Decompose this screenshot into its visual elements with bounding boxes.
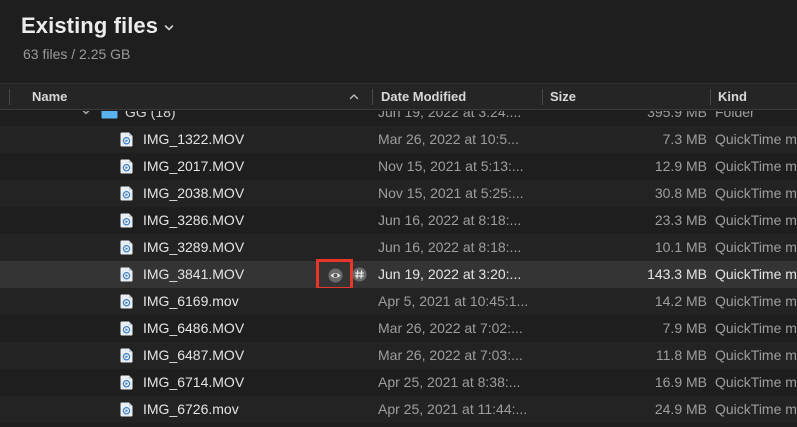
- chevron-down-icon[interactable]: [81, 111, 91, 117]
- file-name: IMG_1322.MOV: [143, 131, 245, 147]
- folder-kind: Folder: [715, 111, 755, 120]
- file-date: Nov 15, 2021 at 5:13:...: [378, 158, 524, 174]
- movie-file-icon: [120, 240, 133, 255]
- file-kind: QuickTime m: [715, 185, 797, 201]
- file-date: Jun 19, 2022 at 3:20:...: [378, 266, 522, 282]
- movie-file-icon: [120, 186, 133, 201]
- table-row[interactable]: IMG_2017.MOV Nov 15, 2021 at 5:13:... 12…: [0, 153, 797, 180]
- file-date: Jun 16, 2022 at 8:18:...: [378, 212, 522, 228]
- movie-file-icon: [120, 267, 133, 282]
- column-name-header[interactable]: Name: [32, 84, 67, 110]
- movie-file-icon: [120, 132, 133, 147]
- file-date: Apr 25, 2021 at 11:44:...: [378, 401, 528, 417]
- file-kind: QuickTime m: [715, 320, 797, 336]
- movie-file-icon: [120, 213, 133, 228]
- file-size: 7.9 MB: [662, 320, 707, 336]
- folder-icon: [101, 111, 118, 119]
- chevron-up-icon[interactable]: [349, 92, 359, 102]
- table-row[interactable]: IMG_3289.MOV Jun 16, 2022 at 8:18:... 10…: [0, 234, 797, 261]
- file-name: IMG_6714.MOV: [143, 374, 245, 390]
- table-row[interactable]: IMG_3286.MOV Jun 16, 2022 at 8:18:... 23…: [0, 207, 797, 234]
- folder-date: Jun 19, 2022 at 3:24:...: [378, 111, 522, 120]
- column-divider[interactable]: [372, 89, 373, 105]
- table-row[interactable]: IMG_6169.mov Apr 5, 2021 at 10:45:1... 1…: [0, 288, 797, 315]
- file-name: IMG_2017.MOV: [143, 158, 245, 174]
- page-title[interactable]: Existing files: [21, 13, 158, 39]
- file-size: 10.1 MB: [654, 239, 707, 255]
- column-header: Name Date Modified Size Kind: [0, 83, 797, 110]
- movie-file-icon: [120, 348, 133, 363]
- file-size: 23.3 MB: [654, 212, 707, 228]
- table-row[interactable]: IMG_6726.mov Apr 25, 2021 at 11:44:... 2…: [0, 396, 797, 423]
- file-date: Apr 5, 2021 at 10:45:1...: [378, 293, 529, 309]
- movie-file-icon: [120, 375, 133, 390]
- file-name: IMG_6169.mov: [143, 293, 239, 309]
- table-row[interactable]: IMG_2038.MOV Nov 15, 2021 at 5:25:... 30…: [0, 180, 797, 207]
- folder-size: 395.9 MB: [647, 111, 707, 120]
- file-kind: QuickTime m: [715, 401, 797, 417]
- column-date-header[interactable]: Date Modified: [381, 84, 466, 110]
- file-name: IMG_6726.mov: [143, 401, 239, 417]
- file-name: IMG_2038.MOV: [143, 185, 245, 201]
- table-row[interactable]: IMG_6487.MOV Mar 26, 2022 at 7:03:... 11…: [0, 342, 797, 369]
- table-row[interactable]: IMG_3841.MOV Jun 19, 2022 at 3:20:... 14…: [0, 259, 797, 290]
- hash-icon[interactable]: [352, 267, 367, 282]
- file-size: 12.9 MB: [654, 158, 707, 174]
- file-name: IMG_3289.MOV: [143, 239, 245, 255]
- file-kind: QuickTime m: [715, 239, 797, 255]
- file-size: 11.8 MB: [655, 347, 707, 363]
- preview-button[interactable]: [316, 259, 353, 290]
- column-divider[interactable]: [542, 89, 543, 105]
- table-row[interactable]: IMG_6486.MOV Mar 26, 2022 at 7:02:... 7.…: [0, 315, 797, 342]
- file-name: IMG_3286.MOV: [143, 212, 245, 228]
- movie-file-icon: [120, 321, 133, 336]
- file-kind: QuickTime m: [715, 212, 797, 228]
- column-divider[interactable]: [9, 89, 10, 105]
- file-size: 16.9 MB: [654, 374, 707, 390]
- column-divider[interactable]: [710, 89, 711, 105]
- file-name: IMG_6486.MOV: [143, 320, 245, 336]
- file-date: Jun 16, 2022 at 8:18:...: [378, 239, 522, 255]
- column-kind-header[interactable]: Kind: [718, 84, 747, 110]
- file-size: 14.2 MB: [654, 293, 707, 309]
- file-size: 30.8 MB: [654, 185, 707, 201]
- file-list: GG (18) Jun 19, 2022 at 3:24:... 395.9 M…: [0, 111, 797, 427]
- file-kind: QuickTime m: [715, 131, 797, 147]
- movie-file-icon: [120, 294, 133, 309]
- file-name: IMG_3841.MOV: [143, 266, 245, 282]
- folder-row[interactable]: GG (18) Jun 19, 2022 at 3:24:... 395.9 M…: [0, 111, 797, 126]
- file-kind: QuickTime m: [715, 266, 797, 282]
- file-kind: QuickTime m: [715, 374, 797, 390]
- file-date: Mar 26, 2022 at 10:5...: [378, 131, 519, 147]
- chevron-down-icon[interactable]: [164, 23, 174, 33]
- folder-name: GG (18): [125, 111, 176, 120]
- file-date: Mar 26, 2022 at 7:02:...: [378, 320, 523, 336]
- file-date: Mar 26, 2022 at 7:03:...: [378, 347, 523, 363]
- column-size-header[interactable]: Size: [550, 84, 576, 110]
- file-size: 7.3 MB: [662, 131, 707, 147]
- file-date: Nov 15, 2021 at 5:25:...: [378, 185, 524, 201]
- file-date: Apr 25, 2021 at 8:38:...: [378, 374, 521, 390]
- table-row[interactable]: IMG_1322.MOV Mar 26, 2022 at 10:5... 7.3…: [0, 126, 797, 153]
- file-kind: QuickTime m: [715, 347, 797, 363]
- table-row[interactable]: IMG_6714.MOV Apr 25, 2021 at 8:38:... 16…: [0, 369, 797, 396]
- movie-file-icon: [120, 159, 133, 174]
- file-kind: QuickTime m: [715, 293, 797, 309]
- file-kind: QuickTime m: [715, 158, 797, 174]
- file-name: IMG_6487.MOV: [143, 347, 245, 363]
- eye-icon[interactable]: [328, 268, 343, 283]
- title-row[interactable]: Existing files: [21, 13, 174, 39]
- movie-file-icon: [120, 402, 133, 417]
- files-summary: 63 files / 2.25 GB: [23, 46, 131, 62]
- file-size: 24.9 MB: [654, 401, 707, 417]
- file-size: 143.3 MB: [647, 266, 707, 282]
- header: Existing files 63 files / 2.25 GB: [0, 0, 797, 80]
